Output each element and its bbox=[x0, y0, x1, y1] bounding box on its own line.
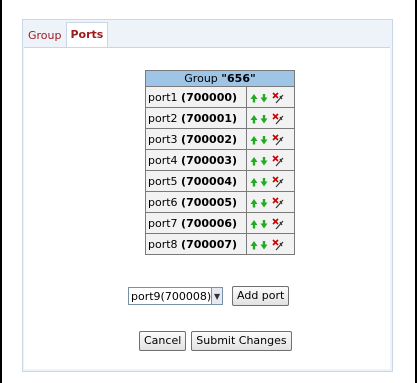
arrow-down-icon[interactable] bbox=[260, 156, 268, 166]
arrow-down-icon[interactable] bbox=[260, 219, 268, 229]
add-port-button[interactable]: Add port bbox=[232, 286, 290, 306]
port-name: port3 bbox=[148, 132, 178, 146]
arrow-up-icon[interactable] bbox=[250, 240, 258, 250]
delete-icon[interactable] bbox=[272, 238, 284, 251]
port-row: port2 (700001) bbox=[145, 107, 295, 129]
port-row: port6 (700005) bbox=[145, 191, 295, 213]
delete-icon[interactable] bbox=[272, 154, 284, 167]
port-select[interactable]: port9(700008) ▼ bbox=[128, 287, 223, 305]
port-label: port5 (700004) bbox=[145, 170, 247, 192]
arrow-down-icon[interactable] bbox=[260, 114, 268, 124]
port-name: port5 bbox=[148, 174, 178, 188]
group-header-prefix: Group bbox=[184, 72, 222, 85]
port-actions bbox=[246, 107, 295, 129]
tab-group[interactable]: Group bbox=[24, 25, 66, 47]
chevron-down-icon[interactable]: ▼ bbox=[211, 288, 222, 304]
group-name: "656" bbox=[221, 72, 256, 85]
arrow-up-icon[interactable] bbox=[250, 135, 258, 145]
delete-icon[interactable] bbox=[272, 91, 284, 104]
port-name: port1 bbox=[148, 90, 178, 104]
delete-icon[interactable] bbox=[272, 175, 284, 188]
port-actions bbox=[246, 212, 295, 234]
port-actions bbox=[246, 86, 295, 108]
add-port-controls: port9(700008) ▼ Add port bbox=[128, 286, 290, 306]
port-label: port6 (700005) bbox=[145, 191, 247, 213]
port-actions bbox=[246, 149, 295, 171]
port-id: (700002) bbox=[181, 132, 238, 146]
port-row: port1 (700000) bbox=[145, 86, 295, 108]
port-row: port5 (700004) bbox=[145, 170, 295, 192]
arrow-down-icon[interactable] bbox=[260, 93, 268, 103]
submit-changes-button[interactable]: Submit Changes bbox=[191, 331, 292, 351]
arrow-down-icon[interactable] bbox=[260, 177, 268, 187]
form-buttons: Cancel Submit Changes bbox=[139, 331, 292, 351]
port-name: port6 bbox=[148, 195, 178, 209]
port-row: port8 (700007) bbox=[145, 233, 295, 255]
port-id: (700003) bbox=[181, 153, 238, 167]
cancel-button[interactable]: Cancel bbox=[139, 331, 187, 351]
arrow-up-icon[interactable] bbox=[250, 93, 258, 103]
port-select-value: port9(700008) bbox=[131, 289, 212, 303]
port-actions bbox=[246, 191, 295, 213]
port-id: (700001) bbox=[181, 111, 238, 125]
delete-icon[interactable] bbox=[272, 217, 284, 230]
arrow-up-icon[interactable] bbox=[250, 177, 258, 187]
arrow-up-icon[interactable] bbox=[250, 219, 258, 229]
tab-ports[interactable]: Ports bbox=[65, 22, 109, 47]
port-name: port8 bbox=[148, 237, 178, 251]
arrow-down-icon[interactable] bbox=[260, 198, 268, 208]
ports-content: Group "656" port1 (700000) port2 (700001)… bbox=[24, 47, 390, 369]
port-label: port4 (700003) bbox=[145, 149, 247, 171]
port-name: port7 bbox=[148, 216, 178, 230]
tab-bar: Group Ports bbox=[24, 22, 109, 47]
port-rows: port1 (700000) port2 (700001) port3 (70000… bbox=[145, 86, 295, 255]
arrow-up-icon[interactable] bbox=[250, 198, 258, 208]
port-id: (700004) bbox=[181, 174, 238, 188]
port-actions bbox=[246, 233, 295, 255]
port-actions bbox=[246, 170, 295, 192]
port-label: port8 (700007) bbox=[145, 233, 247, 255]
port-name: port2 bbox=[148, 111, 178, 125]
group-ports-table: Group "656" port1 (700000) port2 (700001)… bbox=[145, 70, 295, 255]
arrow-up-icon[interactable] bbox=[250, 114, 258, 124]
delete-icon[interactable] bbox=[272, 196, 284, 209]
port-actions bbox=[246, 128, 295, 150]
port-row: port3 (700002) bbox=[145, 128, 295, 150]
arrow-down-icon[interactable] bbox=[260, 135, 268, 145]
port-id: (700005) bbox=[181, 195, 238, 209]
port-id: (700000) bbox=[181, 90, 238, 104]
port-id: (700006) bbox=[181, 216, 238, 230]
port-id: (700007) bbox=[181, 237, 238, 251]
port-row: port4 (700003) bbox=[145, 149, 295, 171]
port-label: port2 (700001) bbox=[145, 107, 247, 129]
arrow-up-icon[interactable] bbox=[250, 156, 258, 166]
delete-icon[interactable] bbox=[272, 112, 284, 125]
group-header: Group "656" bbox=[145, 70, 295, 87]
port-label: port1 (700000) bbox=[145, 86, 247, 108]
arrow-down-icon[interactable] bbox=[260, 240, 268, 250]
delete-icon[interactable] bbox=[272, 133, 284, 146]
port-label: port3 (700002) bbox=[145, 128, 247, 150]
port-row: port7 (700006) bbox=[145, 212, 295, 234]
port-name: port4 bbox=[148, 153, 178, 167]
port-label: port7 (700006) bbox=[145, 212, 247, 234]
